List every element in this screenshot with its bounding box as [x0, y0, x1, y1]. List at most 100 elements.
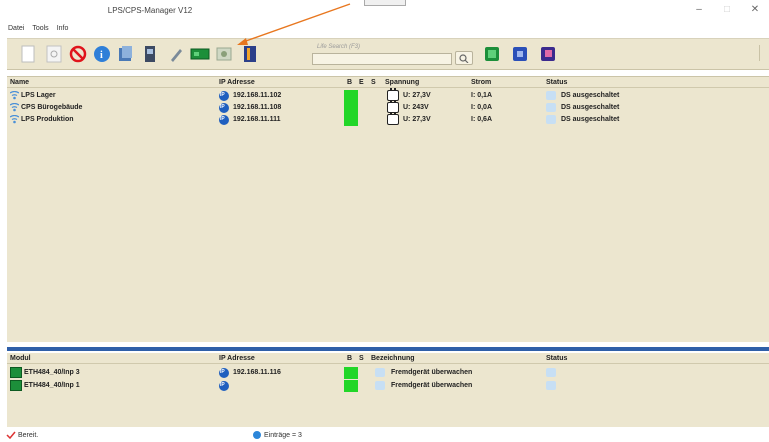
info-icon: i — [94, 46, 110, 62]
device-ip: 192.168.11.108 — [233, 104, 282, 111]
book-button[interactable] — [239, 43, 261, 65]
block-button[interactable] — [67, 43, 89, 65]
entry-count: Einträge = 3 — [264, 432, 302, 439]
status-icon — [546, 91, 556, 100]
close-button[interactable]: ✕ — [741, 2, 769, 18]
module-bezeichnung: Fremdgerät überwachen — [391, 382, 473, 389]
green-module-button[interactable] — [481, 43, 503, 65]
col-bezeichnung[interactable]: Bezeichnung — [371, 355, 415, 362]
col-ip[interactable]: IP Adresse — [219, 355, 255, 362]
col-ip[interactable]: IP Adresse — [219, 79, 255, 86]
status-led — [344, 367, 358, 379]
module-row[interactable]: ETH484_40/Inp 1 Fremdgerät überwachen — [7, 380, 769, 392]
device-row[interactable]: LPS Lager 192.168.11.102 U: 27,3V I: 0,1… — [7, 88, 769, 102]
device-name: CPS Bürogebäude — [21, 104, 83, 111]
col-b[interactable]: B — [347, 355, 352, 362]
menu-info[interactable]: Info — [57, 25, 69, 32]
app-window: LPS/CPS-Manager V12 – □ ✕ Datei Tools In… — [0, 0, 769, 442]
col-s[interactable]: S — [359, 355, 364, 362]
device-status: DS ausgeschaltet — [561, 104, 620, 111]
status-led — [344, 102, 358, 114]
block-icon — [69, 45, 87, 63]
ip-icon — [219, 115, 229, 125]
plug-icon — [387, 100, 399, 113]
toolbar-grip — [759, 45, 767, 61]
new-document-button[interactable] — [17, 43, 39, 65]
minimize-button[interactable]: – — [685, 2, 713, 18]
device-status: DS ausgeschaltet — [561, 116, 620, 123]
col-strom[interactable]: Strom — [471, 79, 491, 86]
signal-icon — [10, 91, 19, 100]
col-status[interactable]: Status — [546, 79, 567, 86]
col-status[interactable]: Status — [546, 355, 567, 362]
search-label: Life Search (F3) — [317, 44, 361, 50]
device-icon — [145, 46, 155, 62]
monitor-icon — [375, 381, 385, 390]
menu-tools[interactable]: Tools — [32, 25, 48, 32]
search-icon — [459, 54, 469, 63]
modules-header: Modul IP Adresse B S Bezeichnung Status — [7, 353, 769, 364]
device-spannung: U: 27,3V — [403, 116, 431, 123]
menu-bar: Datei Tools Info — [8, 25, 68, 32]
network-icon — [216, 47, 232, 61]
purple-square-icon — [541, 47, 555, 61]
ip-icon — [219, 381, 229, 391]
device-strom: I: 0,1A — [471, 92, 493, 99]
find-button[interactable] — [43, 43, 65, 65]
device-row[interactable]: CPS Bürogebäude 192.168.11.108 U: 243V I… — [7, 100, 769, 114]
edit-icon — [171, 49, 182, 62]
book-icon — [244, 46, 256, 62]
status-icon — [546, 115, 556, 124]
check-icon — [6, 431, 16, 439]
status-icon — [546, 368, 556, 377]
device-ip: 192.168.11.111 — [233, 116, 281, 123]
col-modul[interactable]: Modul — [10, 355, 31, 362]
ip-icon — [219, 91, 229, 101]
properties-button[interactable] — [115, 43, 137, 65]
count-icon — [253, 431, 261, 439]
purple-square-button[interactable] — [537, 43, 559, 65]
col-e[interactable]: E — [359, 79, 364, 86]
col-name[interactable]: Name — [10, 79, 29, 86]
signal-icon — [10, 115, 19, 124]
module-icon — [10, 380, 22, 391]
maximize-button[interactable]: □ — [713, 2, 741, 18]
device-strom: I: 0,6A — [471, 116, 493, 123]
blue-square-button[interactable] — [509, 43, 531, 65]
window-title: LPS/CPS-Manager V12 — [107, 6, 193, 15]
ip-icon — [219, 368, 229, 378]
life-search-input[interactable] — [312, 53, 452, 65]
module-row[interactable]: ETH484_40/Inp 3 192.168.11.116 Fremdgerä… — [7, 367, 769, 379]
network-button[interactable] — [213, 43, 235, 65]
device-button[interactable] — [139, 43, 161, 65]
svg-text:i: i — [100, 50, 103, 61]
plug-icon — [387, 88, 399, 101]
module-icon — [10, 367, 22, 378]
edit-button[interactable] — [165, 43, 187, 65]
toolbar: i Life Search (F3) — [7, 38, 769, 70]
info-button[interactable]: i — [91, 43, 113, 65]
status-bar: Bereit. Einträge = 3 — [0, 428, 769, 442]
col-b[interactable]: B — [347, 79, 352, 86]
module-name: ETH484_40/Inp 1 — [24, 382, 80, 389]
modules-panel: Modul IP Adresse B S Bezeichnung Status … — [7, 353, 769, 427]
panel-splitter[interactable] — [7, 347, 769, 351]
col-spannung[interactable]: Spannung — [385, 79, 419, 86]
blue-square-icon — [513, 47, 527, 61]
green-module-icon — [485, 47, 499, 61]
plug-icon — [387, 112, 399, 125]
signal-icon — [10, 103, 19, 112]
ip-icon — [219, 103, 229, 113]
devices-header: Name IP Adresse B E S Spannung Strom Sta… — [7, 77, 769, 88]
callout-box — [364, 0, 406, 6]
device-name: LPS Lager — [21, 92, 56, 99]
menu-datei[interactable]: Datei — [8, 25, 24, 32]
col-s[interactable]: S — [371, 79, 376, 86]
module-button[interactable] — [189, 43, 211, 65]
status-text: Bereit. — [18, 432, 39, 439]
status-led — [344, 380, 358, 392]
window-controls: – □ ✕ — [685, 2, 769, 18]
search-button[interactable] — [455, 51, 473, 65]
device-spannung: U: 243V — [403, 104, 429, 111]
device-row[interactable]: LPS Produktion 192.168.11.111 U: 27,3V I… — [7, 112, 769, 126]
